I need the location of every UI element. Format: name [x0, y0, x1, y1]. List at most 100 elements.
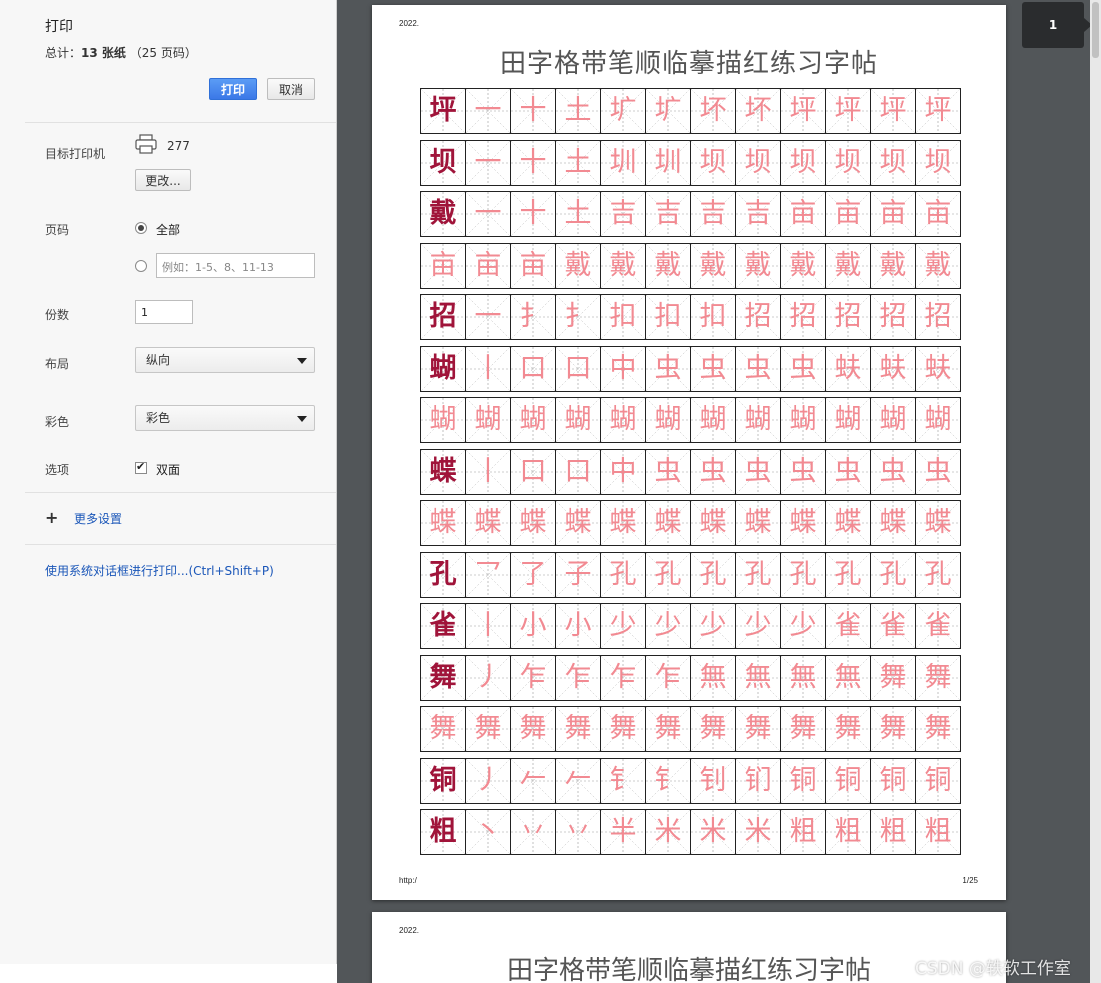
model-character-cell: 蝶	[421, 449, 466, 494]
trace-character: 亩	[834, 198, 862, 229]
preview-page-1: 2022. 田字格带笔顺临摹描红练习字帖 坪一十土圹圹坏坏坪坪坪坪坝一十土圳圳坝…	[372, 5, 1006, 900]
trace-character-cell: 口	[511, 346, 556, 391]
pages-custom-radio[interactable]	[135, 260, 147, 272]
trace-character: 蝴	[924, 404, 952, 435]
trace-character: 孔	[879, 558, 907, 590]
model-character: 舞	[429, 661, 457, 693]
practice-row: 粗丶丷丷半米米米粗粗粗粗	[420, 809, 961, 855]
duplex-checkbox[interactable]	[135, 460, 147, 474]
trace-character: 半	[609, 816, 637, 847]
trace-character-cell: 米	[646, 810, 691, 854]
trace-character-cell: 舞	[916, 707, 961, 751]
trace-character-cell: 钊	[691, 758, 736, 803]
trace-character: 铜	[924, 764, 952, 796]
trace-character-cell: 虫	[736, 346, 781, 391]
pages-custom-input[interactable]: 例如：1-5、8、11-13	[156, 253, 315, 278]
trace-character: 蝴	[519, 404, 547, 435]
trace-character: 蝶	[699, 507, 727, 538]
model-character: 坪	[429, 95, 457, 126]
trace-character: 舞	[744, 713, 772, 744]
trace-character: 扣	[609, 301, 637, 332]
trace-character: 蝶	[609, 507, 637, 538]
trace-character-cell: 乍	[646, 655, 691, 700]
trace-character-cell: 戴	[916, 243, 961, 288]
trace-character: 十	[519, 198, 547, 229]
trace-character: 铜	[834, 764, 862, 796]
model-character: 蝶	[429, 455, 457, 487]
preview-scrollbar[interactable]	[1090, 0, 1101, 983]
trace-character: 蝶	[429, 507, 457, 538]
layout-select-value: 纵向	[146, 353, 171, 367]
trace-character-cell: 钔	[736, 758, 781, 803]
print-button[interactable]: 打印	[209, 78, 257, 100]
summary-pages: （25 页码）	[129, 46, 197, 60]
options-label: 选项	[45, 463, 70, 477]
trace-character: 坏	[744, 95, 772, 126]
trace-character-cell: 招	[736, 295, 781, 339]
trace-character-cell: 少	[736, 604, 781, 648]
trace-character: 虫	[834, 455, 862, 487]
trace-character: 粗	[924, 816, 952, 847]
trace-character-cell: 粗	[871, 810, 916, 854]
trace-character: 钅	[654, 764, 682, 796]
color-select[interactable]: 彩色	[135, 405, 315, 431]
trace-character: 口	[519, 455, 547, 487]
trace-character: 钅	[609, 764, 637, 796]
trace-character-cell: 蝴	[916, 398, 961, 442]
trace-character-cell: 坪	[871, 89, 916, 133]
trace-character: 坝	[789, 146, 817, 178]
trace-character: 坝	[834, 146, 862, 178]
scrollbar-thumb[interactable]	[1092, 2, 1099, 58]
trace-character-cell: 吉	[691, 192, 736, 236]
trace-character-cell: 蝴	[421, 398, 466, 442]
trace-character-cell: 舞	[871, 707, 916, 751]
trace-character-cell: 丷	[511, 810, 556, 854]
trace-character: 蝴	[879, 404, 907, 435]
trace-character: 丨	[474, 610, 502, 641]
trace-character: 招	[789, 301, 817, 332]
trace-character: 丿	[474, 661, 502, 693]
plus-icon[interactable]: +	[45, 510, 58, 526]
model-character-cell: 雀	[421, 604, 466, 648]
trace-character: 米	[744, 816, 772, 847]
trace-character-cell: 舞	[916, 655, 961, 700]
copies-input[interactable]: 1	[135, 300, 193, 324]
print-preview-area[interactable]: 2022. 田字格带笔顺临摹描红练习字帖 坪一十土圹圹坏坏坪坪坪坪坝一十土圳圳坝…	[337, 0, 1101, 983]
trace-character-cell: 蝶	[511, 501, 556, 545]
trace-character: 孔	[699, 558, 727, 590]
trace-character: 蝴	[834, 404, 862, 435]
print-settings-sidebar: 打印 总计：13 张纸 （25 页码） 打印 取消 目标打印机 277 更改..…	[0, 0, 337, 964]
trace-character-cell: 了	[511, 552, 556, 597]
trace-character: 口	[519, 352, 547, 384]
trace-character-cell: 坝	[781, 140, 826, 185]
trace-character: 少	[609, 610, 637, 641]
trace-character-cell: 蝴	[691, 398, 736, 442]
trace-character-cell: 蝴	[736, 398, 781, 442]
trace-character: 中	[609, 455, 637, 487]
trace-character-cell: 十	[511, 89, 556, 133]
duplex-label: 双面	[156, 463, 181, 477]
trace-character: 丨	[474, 455, 502, 487]
trace-character: 蝴	[744, 404, 772, 435]
page-thumbnail-badge[interactable]: 1	[1022, 2, 1084, 48]
trace-character-cell: 孔	[916, 552, 961, 597]
trace-character-cell: 舞	[556, 707, 601, 751]
more-settings-link[interactable]: 更多设置	[74, 510, 122, 527]
trace-character-cell: 坝	[736, 140, 781, 185]
trace-character-cell: 蝴	[601, 398, 646, 442]
trace-character-cell: 孔	[826, 552, 871, 597]
page-footer-url: http:/	[399, 876, 417, 885]
trace-character: 扣	[699, 301, 727, 332]
change-printer-button[interactable]: 更改...	[135, 169, 191, 191]
trace-character-cell: 坝	[871, 140, 916, 185]
layout-select[interactable]: 纵向	[135, 347, 315, 373]
cancel-button[interactable]: 取消	[267, 78, 315, 100]
system-dialog-link[interactable]: 使用系统对话框进行打印...(Ctrl+Shift+P)	[45, 562, 274, 579]
pages-all-radio[interactable]	[135, 222, 147, 234]
trace-character-cell: 戴	[601, 243, 646, 288]
trace-character-cell: 蝶	[601, 501, 646, 545]
trace-character: 戴	[609, 249, 637, 281]
trace-character-cell: 少	[691, 604, 736, 648]
trace-character: 亩	[924, 198, 952, 229]
model-character-cell: 招	[421, 295, 466, 339]
